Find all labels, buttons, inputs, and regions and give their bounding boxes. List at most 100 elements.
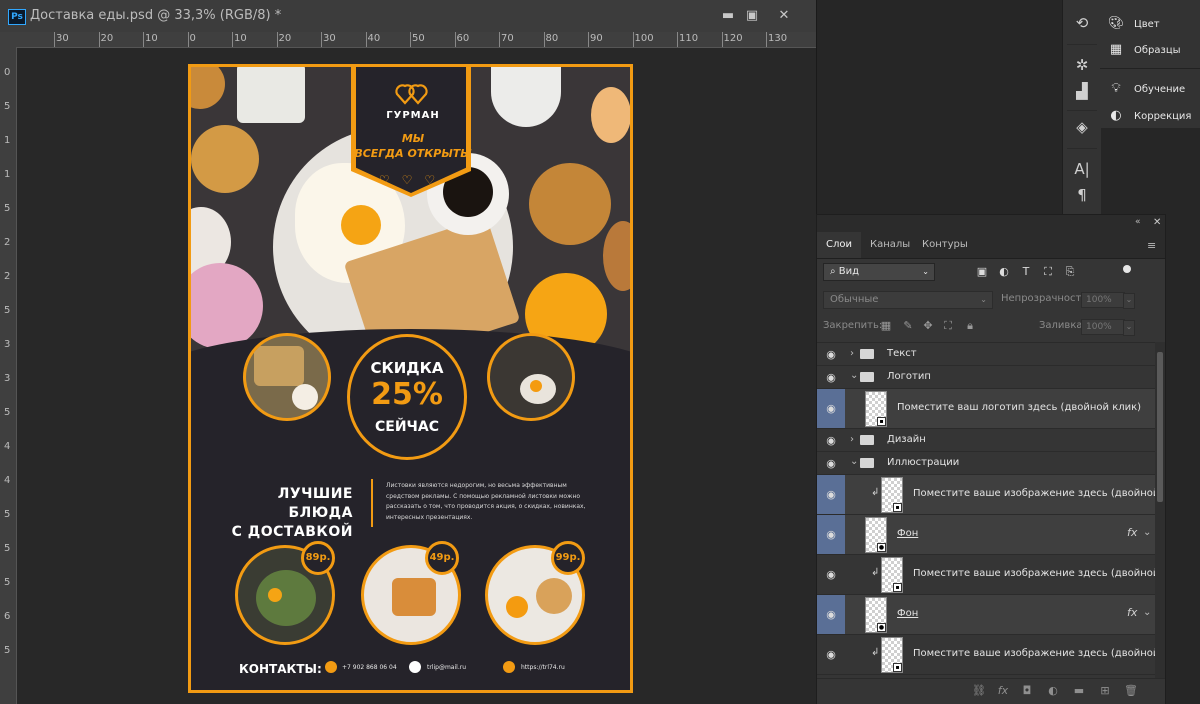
visibility-eye-icon[interactable]: ◉ bbox=[817, 555, 845, 594]
fx-icon[interactable]: fx bbox=[995, 684, 1011, 698]
close-icon[interactable]: ✕ bbox=[772, 6, 796, 26]
ruler-label: 1 bbox=[4, 169, 11, 180]
layer-name: Текст bbox=[887, 348, 917, 359]
chevron-right-icon[interactable]: › bbox=[850, 348, 854, 359]
paragraph-icon[interactable]: ¶ bbox=[1071, 184, 1093, 206]
tab-channels[interactable]: Каналы bbox=[861, 232, 919, 258]
close-icon[interactable]: ✕ bbox=[1153, 217, 1161, 228]
fill-label: Заливка: bbox=[1039, 320, 1086, 331]
adjustments-panel-button[interactable]: ◐ Коррекция bbox=[1108, 106, 1191, 126]
ruler-label: 80 bbox=[545, 33, 559, 44]
chevron-down-icon[interactable]: ⌄ bbox=[850, 370, 858, 381]
3d-cube-icon[interactable]: ◈ bbox=[1071, 116, 1093, 138]
shape-filter-icon[interactable]: ⛶ bbox=[1041, 265, 1055, 279]
layer-effects-icon[interactable]: fx bbox=[1127, 526, 1137, 539]
learn-panel-button[interactable]: 💡︎ Обучение bbox=[1108, 79, 1185, 99]
muffin-image bbox=[191, 125, 259, 193]
chevron-down-icon[interactable]: ⌄ bbox=[1123, 320, 1135, 336]
panel-icons-column: ⟲ ✲ ▟ ◈ A| ¶ bbox=[1062, 0, 1101, 214]
adjustments-label: Коррекция bbox=[1134, 111, 1192, 122]
history-icon[interactable]: ⟲ bbox=[1071, 12, 1093, 34]
food-image bbox=[256, 570, 316, 626]
ship-wheel-icon[interactable]: ✲ bbox=[1071, 54, 1093, 76]
swatches-label: Образцы bbox=[1134, 45, 1181, 56]
link-layers-icon[interactable]: ⛓ bbox=[971, 684, 987, 698]
lock-paint-icon[interactable]: ✎ bbox=[901, 319, 915, 333]
layer-row[interactable]: ◉ › Дизайн bbox=[817, 429, 1155, 452]
tab-layers[interactable]: Слои bbox=[817, 232, 861, 258]
opacity-input[interactable]: 100% bbox=[1081, 292, 1125, 308]
layer-effects-icon[interactable]: fx bbox=[1127, 606, 1137, 619]
tab-paths[interactable]: Контуры bbox=[913, 232, 977, 258]
top-panels: 🎨︎ Цвет ▦ Образцы 💡︎ Обучение ◐ Коррекция bbox=[1100, 0, 1200, 128]
visibility-eye-icon[interactable]: ◉ bbox=[817, 452, 845, 474]
layer-row[interactable]: ◉ ⌄ Логотип bbox=[817, 366, 1155, 389]
layers-panel: « ✕ Слои Каналы Контуры ≡ ⌕ Вид ⌄ ▣ ◐ T … bbox=[816, 214, 1166, 704]
blend-mode-select[interactable]: Обычные ⌄ bbox=[823, 291, 993, 309]
histogram-icon[interactable]: ▟ bbox=[1071, 80, 1093, 102]
layer-row[interactable]: ◉ › Текст bbox=[817, 343, 1155, 366]
smart-object-filter-icon[interactable]: ⎘ bbox=[1063, 265, 1077, 279]
layer-row[interactable]: ◉ ↲ ▪ Поместите ваше изображение здесь (… bbox=[817, 475, 1155, 515]
visibility-eye-icon[interactable]: ◉ bbox=[817, 475, 845, 514]
opacity-label: Непрозрачность: bbox=[1001, 293, 1091, 304]
ruler-label: 2 bbox=[4, 237, 11, 248]
character-icon[interactable]: A| bbox=[1071, 158, 1093, 180]
pixel-filter-icon[interactable]: ▣ bbox=[975, 265, 989, 279]
vertical-ruler[interactable]: 0 5 1 1 5 2 2 5 3 3 5 4 4 5 5 5 6 5 bbox=[0, 47, 17, 704]
layer-row[interactable]: ◉ ● Фон fx ⌄ bbox=[817, 595, 1155, 635]
layer-thumbnail: ▪ bbox=[881, 637, 903, 673]
lock-artboard-icon[interactable]: ⛶ bbox=[941, 319, 955, 333]
minimize-icon[interactable]: ▬ bbox=[716, 6, 740, 26]
restore-icon[interactable]: ▣ bbox=[740, 6, 764, 26]
adjustment-layer-icon[interactable]: ◐ bbox=[1045, 684, 1061, 698]
visibility-eye-icon[interactable]: ◉ bbox=[817, 515, 845, 554]
layer-row[interactable]: ◉ ● Фон fx ⌄ bbox=[817, 515, 1155, 555]
trash-icon[interactable]: 🗑︎ bbox=[1123, 684, 1139, 698]
panel-header[interactable]: « ✕ bbox=[817, 215, 1165, 232]
ruler-label: 5 bbox=[4, 577, 11, 588]
lock-transparency-icon[interactable]: ▦ bbox=[879, 319, 893, 333]
horizontal-ruler[interactable]: 30 20 10 0 10 20 30 40 50 60 70 80 90 100 110 120 130 bbox=[24, 32, 816, 48]
visibility-eye-icon[interactable]: ◉ bbox=[817, 343, 845, 365]
chevron-right-icon[interactable]: › bbox=[850, 434, 854, 445]
filter-toggle[interactable] bbox=[1123, 265, 1131, 273]
ruler-corner[interactable] bbox=[0, 32, 24, 48]
add-mask-icon[interactable]: ◘ bbox=[1019, 684, 1035, 698]
poster-artboard[interactable]: ГУРМАН МЫ ВСЕГДА ОТКРЫТЫ ♡♡♡ СКИДКА 25% … bbox=[188, 64, 633, 693]
layer-filter-select[interactable]: ⌕ Вид ⌄ bbox=[823, 263, 935, 281]
new-layer-icon[interactable]: ⊞ bbox=[1097, 684, 1113, 698]
chevron-down-icon[interactable]: ⌄ bbox=[850, 456, 858, 467]
layer-row[interactable]: ◉ ⌄ Иллюстрации bbox=[817, 452, 1155, 475]
swatches-panel-button[interactable]: ▦ Образцы bbox=[1108, 40, 1181, 60]
layer-row[interactable]: ◉ ↲ ▪ Поместите ваше изображение здесь (… bbox=[817, 635, 1155, 675]
vector-mask-icon: ● bbox=[877, 623, 886, 632]
visibility-eye-icon[interactable]: ◉ bbox=[817, 635, 845, 674]
adjustment-filter-icon[interactable]: ◐ bbox=[997, 265, 1011, 279]
layer-thumbnail: ▪ bbox=[881, 477, 903, 513]
visibility-eye-icon[interactable]: ◉ bbox=[817, 595, 845, 634]
scrollbar-thumb[interactable] bbox=[1157, 352, 1163, 502]
color-panel-button[interactable]: 🎨︎ Цвет bbox=[1108, 14, 1160, 34]
clipping-mask-icon: ↲ bbox=[871, 487, 880, 498]
ruler-tick bbox=[98, 32, 100, 47]
type-filter-icon[interactable]: T bbox=[1019, 265, 1033, 279]
lock-all-icon[interactable]: 🔒︎ bbox=[963, 319, 977, 333]
layer-row[interactable]: ◉ ▪ Поместите ваш логотип здесь (двойной… bbox=[817, 389, 1155, 429]
layer-row[interactable]: ◉ ↲ ▪ Поместите ваше изображение здесь (… bbox=[817, 555, 1155, 595]
food-image bbox=[392, 578, 436, 616]
chevron-down-icon[interactable]: ⌄ bbox=[1123, 293, 1135, 309]
visibility-eye-icon[interactable]: ◉ bbox=[817, 366, 845, 388]
fill-input[interactable]: 100% bbox=[1081, 319, 1125, 335]
chevron-down-icon[interactable]: ⌄ bbox=[1143, 607, 1151, 618]
new-group-icon[interactable]: ▬ bbox=[1071, 684, 1087, 698]
layers-scrollbar[interactable] bbox=[1155, 342, 1165, 678]
visibility-eye-icon[interactable]: ◉ bbox=[817, 429, 845, 451]
chevron-down-icon[interactable]: ⌄ bbox=[1143, 527, 1151, 538]
visibility-eye-icon[interactable]: ◉ bbox=[817, 389, 845, 428]
document-titlebar[interactable]: Ps Доставка еды.psd @ 33,3% (RGB/8) * ▬ … bbox=[0, 0, 816, 33]
panel-menu-icon[interactable]: ≡ bbox=[1147, 239, 1156, 252]
layer-name: Фон bbox=[897, 608, 919, 619]
collapse-icon[interactable]: « bbox=[1135, 217, 1141, 227]
lock-position-icon[interactable]: ✥ bbox=[921, 319, 935, 333]
